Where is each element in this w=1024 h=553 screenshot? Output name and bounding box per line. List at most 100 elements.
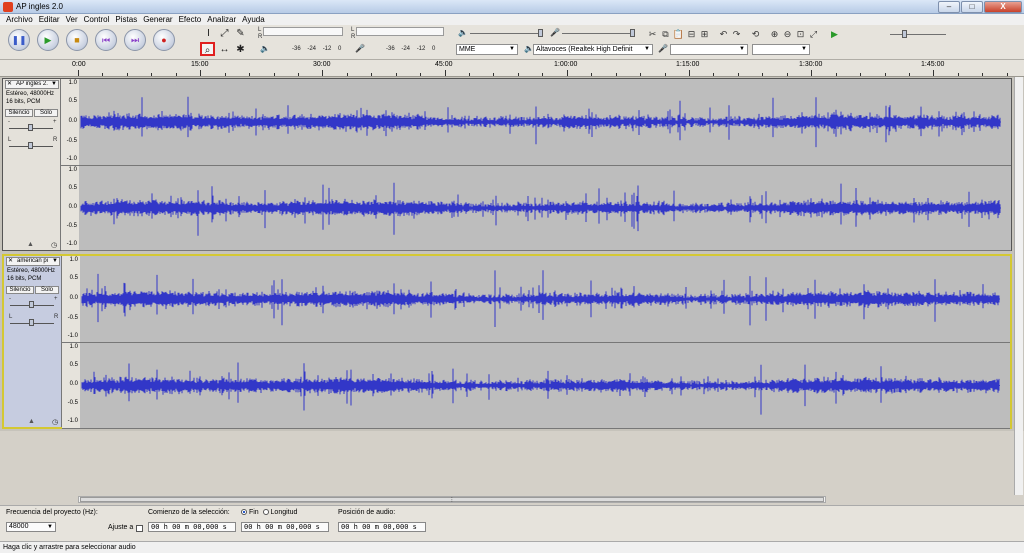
mute-button[interactable]: Silencio [5, 109, 33, 117]
collapse-track-icon[interactable]: ▲ [27, 241, 34, 248]
amp-neg-0-5: -0.5 [67, 400, 78, 406]
amp-neg-1-0: -1.0 [66, 156, 77, 162]
track-name-dropdown[interactable]: ✕ american pi ▼ [6, 257, 60, 266]
close-button[interactable]: X [984, 1, 1022, 13]
envelope-tool-button[interactable]: ⤢ [217, 27, 232, 41]
playback-volume-track[interactable] [470, 33, 540, 34]
input-channels-select[interactable]: ▼ [752, 44, 810, 55]
project-rate-select[interactable]: 48000 ▼ [6, 522, 56, 532]
output-meter[interactable] [263, 27, 343, 36]
speaker-icon[interactable]: 🔈 [260, 44, 270, 53]
selection-end-value: 00 h 00 m 00,000 s [244, 523, 320, 531]
timeshift-tool-button[interactable]: ↔ [217, 43, 232, 57]
fit-selection-icon[interactable]: ⊡ [794, 27, 807, 41]
menu-ver[interactable]: Ver [63, 14, 81, 25]
maximize-button[interactable]: □ [961, 1, 983, 13]
project-rate-value: 48000 [9, 523, 29, 530]
menu-editar[interactable]: Editar [36, 14, 63, 25]
gain-knob[interactable] [29, 301, 34, 308]
waveform-track1-left[interactable] [79, 79, 1011, 166]
undo-icon[interactable]: ↶ [717, 27, 730, 41]
solo-button[interactable]: Solo [34, 109, 58, 117]
record-icon: ● [161, 34, 167, 45]
input-meter[interactable] [356, 27, 444, 36]
vertical-scrollbar[interactable] [1014, 77, 1023, 495]
stop-button[interactable]: ■ [66, 29, 88, 51]
ruler-tick [322, 70, 324, 76]
waveform-track1-right[interactable] [79, 166, 1011, 251]
input-device-select[interactable]: ▼ [670, 44, 748, 55]
trim-icon[interactable]: ⊟ [685, 27, 698, 41]
close-track-icon[interactable]: ✕ [7, 81, 12, 88]
audio-position-field[interactable]: 00 h 00 m 00,000 s [338, 522, 426, 532]
audio-track-2[interactable]: ✕ american pi ▼ Estéreo, 48000Hz 16 bits… [2, 254, 1012, 429]
minimize-button[interactable]: – [938, 1, 960, 13]
record-button[interactable]: ● [153, 29, 175, 51]
horizontal-scrollbar[interactable]: ⋮ [78, 496, 826, 503]
pause-button[interactable]: ❚❚ [8, 29, 30, 51]
solo-button[interactable]: Solo [35, 286, 59, 294]
close-track-icon[interactable]: ✕ [8, 258, 13, 265]
waveform-track2-left[interactable] [80, 256, 1010, 343]
gain-knob[interactable] [28, 124, 33, 131]
menu-efecto[interactable]: Efecto [176, 14, 205, 25]
audio-track-1[interactable]: ✕ AP ingles 2. ▼ Estéreo, 48000Hz 16 bit… [2, 78, 1012, 251]
zoom-in-icon[interactable]: ⊕ [768, 27, 781, 41]
zoom-tool-button[interactable]: ⌕ [200, 42, 215, 56]
redo-icon[interactable]: ↷ [730, 27, 743, 41]
ruler-tick [737, 73, 739, 76]
menu-analizar[interactable]: Analizar [204, 14, 239, 25]
menu-bar: Archivo Editar Ver Control Pistas Genera… [0, 14, 1024, 25]
copy-icon[interactable]: ⧉ [659, 27, 672, 41]
fit-project-icon[interactable]: ⤢ [807, 27, 820, 41]
timeline-ruler[interactable]: 0:00 15:00 30:00 45:00 1:00:00 1:15:00 1… [0, 60, 1024, 77]
selection-tool-button[interactable]: I [201, 27, 216, 41]
menu-archivo[interactable]: Archivo [3, 14, 36, 25]
waveform-track2-right[interactable] [80, 343, 1010, 429]
menu-ayuda[interactable]: Ayuda [239, 14, 268, 25]
selection-start-field[interactable]: 00 h 00 m 00,000 s [148, 522, 236, 532]
sync-lock-icon[interactable]: ⟲ [749, 27, 762, 41]
playback-volume-knob[interactable] [538, 29, 543, 37]
record-volume-knob[interactable] [630, 29, 635, 37]
record-volume-track[interactable] [562, 33, 632, 34]
pan-knob[interactable] [28, 142, 33, 149]
skip-to-end-button[interactable]: ⏭ [124, 29, 146, 51]
track-name-dropdown[interactable]: ✕ AP ingles 2. ▼ [5, 80, 59, 89]
menu-generar[interactable]: Generar [140, 14, 175, 25]
zoom-out-icon[interactable]: ⊖ [781, 27, 794, 41]
scale-36: -36 [292, 46, 301, 52]
snap-to-checkbox[interactable] [136, 525, 143, 532]
multi-tool-button[interactable]: ✱ [233, 43, 248, 57]
draw-tool-button[interactable]: ✎ [233, 27, 248, 41]
ruler-tick [469, 73, 471, 76]
play-button[interactable]: ▶ [37, 29, 59, 51]
cut-icon[interactable]: ✂ [646, 27, 659, 41]
audio-host-select[interactable]: MME ▼ [456, 44, 518, 55]
end-radio[interactable] [241, 509, 247, 516]
sync-icon: ◷ [51, 242, 58, 249]
paste-icon[interactable]: 📋 [672, 27, 685, 41]
amp-0-0: 0.0 [68, 204, 77, 210]
ruler-tick [908, 73, 910, 76]
mic-icon[interactable]: 🎤 [355, 44, 365, 53]
length-radio[interactable] [262, 509, 269, 516]
scrollbar-thumb[interactable]: ⋮ [80, 497, 824, 503]
pan-knob[interactable] [29, 319, 34, 326]
play-at-speed-icon[interactable]: ▶ [828, 27, 841, 41]
project-rate-label: Frecuencia del proyecto (Hz): [6, 509, 98, 516]
selection-end-field[interactable]: 00 h 00 m 00,000 s [241, 522, 329, 532]
amp-1-0: 1.0 [69, 344, 78, 350]
mute-button[interactable]: Silencio [6, 286, 34, 294]
collapse-track-icon[interactable]: ▲ [28, 418, 35, 425]
skip-to-start-button[interactable]: ⏮ [95, 29, 117, 51]
play-speed-track[interactable] [890, 34, 946, 35]
output-device-select[interactable]: Altavoces (Realtek High Definit ▼ [533, 44, 653, 55]
silence-icon[interactable]: ⊞ [698, 27, 711, 41]
track-name: AP ingles 2. [16, 81, 48, 87]
waveform-svg [80, 96, 1001, 148]
menu-pistas[interactable]: Pistas [112, 14, 140, 25]
title-bar: AP ingles 2.0 – □ X [0, 0, 1024, 14]
play-speed-knob[interactable] [902, 30, 907, 38]
menu-control[interactable]: Control [81, 14, 113, 25]
